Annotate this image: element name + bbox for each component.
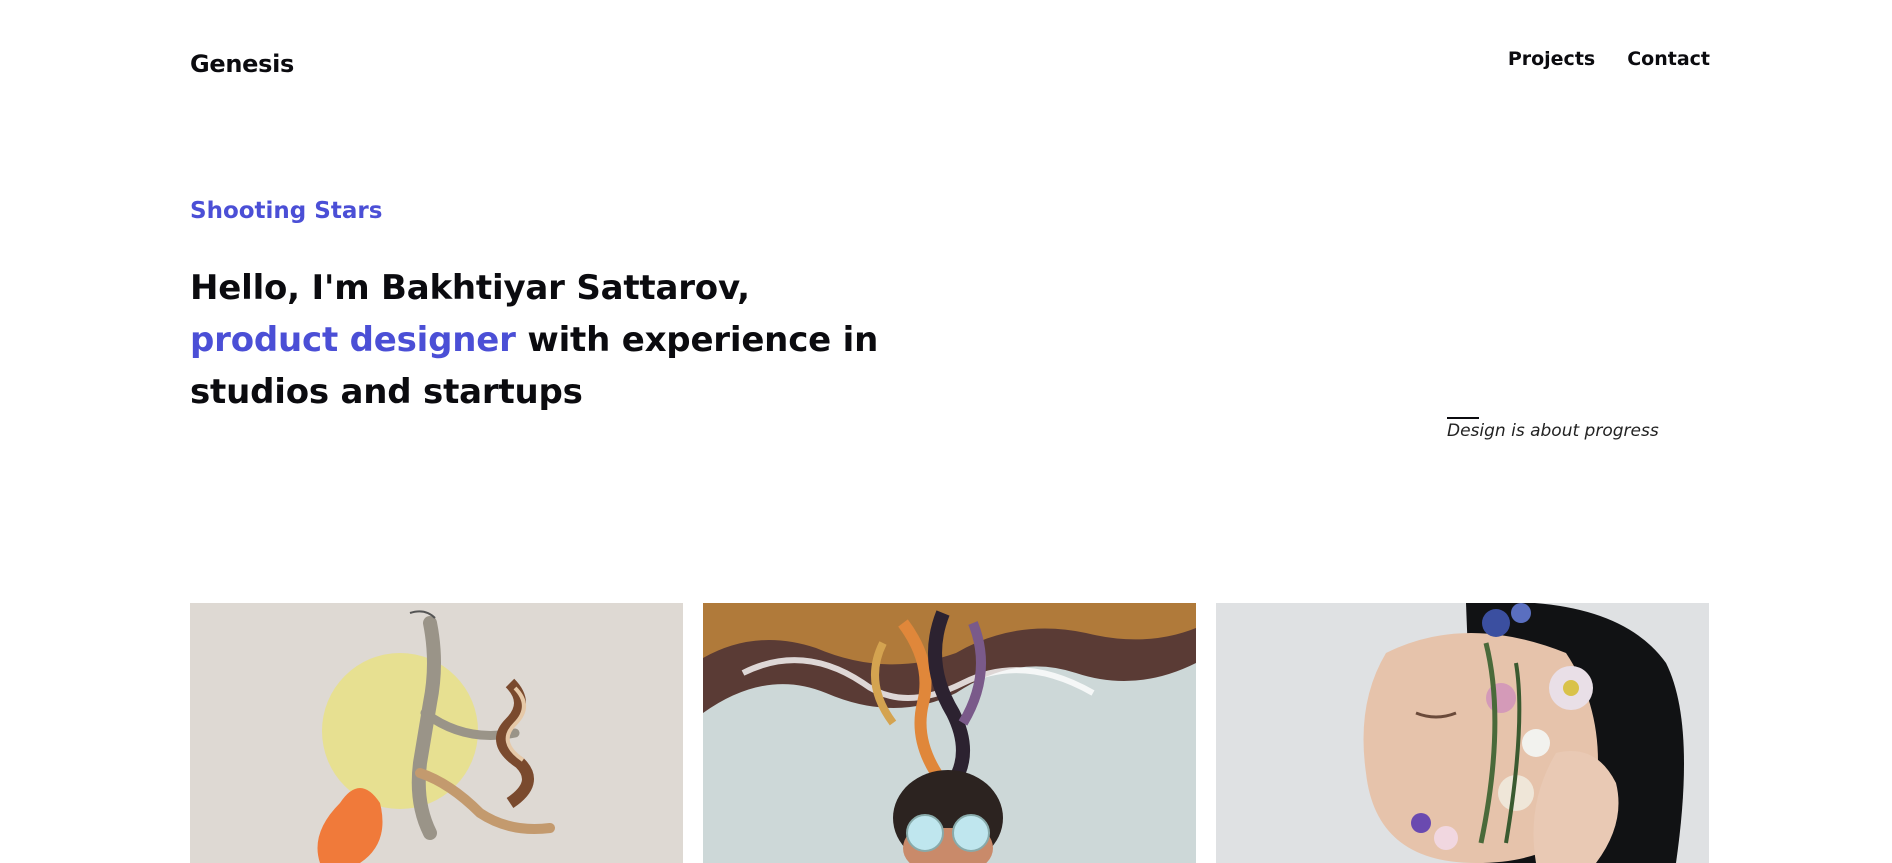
headline-accent: product designer xyxy=(190,320,516,360)
project-gallery xyxy=(190,603,1709,863)
project-card-smoke-hair[interactable] xyxy=(703,603,1196,863)
flower-face-image xyxy=(1216,603,1709,863)
nav-projects-link[interactable]: Projects xyxy=(1508,48,1595,70)
dancer-collage-image xyxy=(190,603,683,863)
nav-contact-link[interactable]: Contact xyxy=(1627,48,1710,70)
hero-eyebrow: Shooting Stars xyxy=(190,198,383,224)
page: Genesis Projects Contact Shooting Stars … xyxy=(0,0,1892,863)
project-card-dancer[interactable] xyxy=(190,603,683,863)
tagline-divider xyxy=(1447,417,1479,419)
headline-text-1: Hello, I'm Bakhtiyar Sattarov, xyxy=(190,268,750,308)
main-nav: Projects Contact xyxy=(1508,48,1710,70)
logo[interactable]: Genesis xyxy=(190,50,294,78)
smoke-hair-image xyxy=(703,603,1196,863)
project-card-flower-face[interactable] xyxy=(1216,603,1709,863)
hero-headline: Hello, I'm Bakhtiyar Sattarov, product d… xyxy=(190,262,890,418)
hero-tagline: Design is about progress xyxy=(1447,421,1659,441)
